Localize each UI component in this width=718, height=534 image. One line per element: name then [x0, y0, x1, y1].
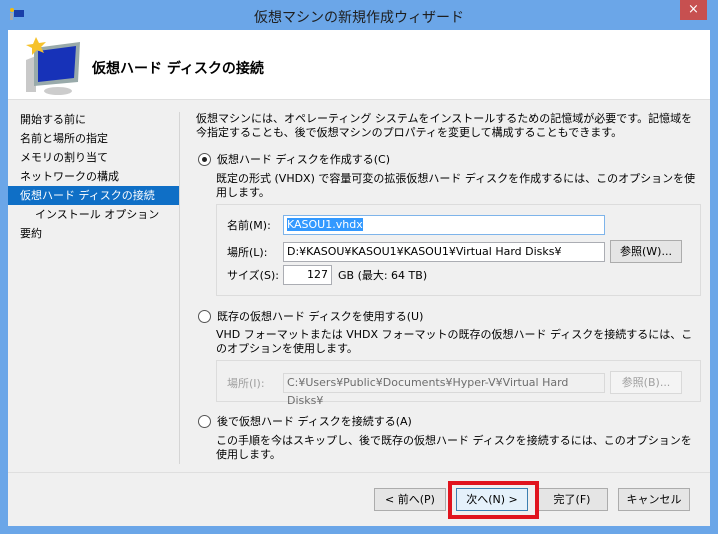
content-pane: 仮想マシンには、オペレーティング システムをインストールするための記憶域が必要で… — [196, 112, 701, 472]
finish-button[interactable]: 完了(F) — [536, 488, 608, 511]
create-group: 名前(M): KASOU1.vhdx 場所(L): D:¥KASOU¥KASOU… — [216, 204, 701, 296]
browse-button[interactable]: 参照(W)... — [610, 240, 682, 263]
wizard-client: 仮想ハード ディスクの接続 開始する前に 名前と場所の指定 メモリの割り当て ネ… — [8, 30, 710, 526]
later-desc: この手順を今はスキップし、後で既存の仮想ハード ディスクを接続するには、このオプ… — [216, 434, 692, 461]
name-input[interactable]: KASOU1.vhdx — [283, 215, 605, 235]
nav-item-name-location[interactable]: 名前と場所の指定 — [8, 129, 179, 148]
nav-item-network[interactable]: ネットワークの構成 — [8, 167, 179, 186]
radio-checked-icon — [198, 152, 211, 166]
radio-unchecked-icon — [198, 414, 211, 428]
existing-location-input[interactable]: C:¥Users¥Public¥Documents¥Hyper-V¥Virtua… — [283, 372, 605, 407]
size-unit: GB (最大: 64 TB) — [338, 269, 428, 282]
cancel-button[interactable]: キャンセル — [618, 488, 690, 511]
radio-attach-later[interactable]: 後で仮想ハード ディスクを接続する(A) — [198, 413, 412, 429]
name-value: KASOU1.vhdx — [287, 218, 363, 231]
radio-use-existing[interactable]: 既存の仮想ハード ディスクを使用する(U) — [198, 308, 423, 324]
existing-browse-button[interactable]: 参照(B)... — [610, 371, 682, 394]
intro-text: 仮想マシンには、オペレーティング システムをインストールするための記憶域が必要で… — [196, 112, 693, 139]
nav-item-memory[interactable]: メモリの割り当て — [8, 148, 179, 167]
radio-label: 既存の仮想ハード ディスクを使用する(U) — [217, 310, 424, 323]
highlight-box — [448, 481, 539, 519]
back-button[interactable]: < 前へ(P) — [374, 488, 446, 511]
footer-divider — [8, 472, 710, 473]
radio-label: 後で仮想ハード ディスクを接続する(A) — [217, 415, 412, 428]
existing-group: 場所(I): C:¥Users¥Public¥Documents¥Hyper-V… — [216, 360, 701, 407]
nav-item-install-options[interactable]: インストール オプション — [8, 205, 179, 224]
window-title: 仮想マシンの新規作成ウィザード — [254, 10, 464, 26]
size-label: サイズ(S): — [227, 269, 279, 282]
radio-unchecked-icon — [198, 309, 211, 323]
title-bar: 仮想マシンの新規作成ウィザード × — [0, 0, 718, 30]
nav-item-before-you-begin[interactable]: 開始する前に — [8, 110, 179, 129]
existing-location-label: 場所(I): — [227, 376, 265, 390]
radio-create-vhd[interactable]: 仮想ハード ディスクを作成する(C) — [198, 151, 390, 167]
wizard-steps: 開始する前に 名前と場所の指定 メモリの割り当て ネットワークの構成 仮想ハード… — [8, 110, 179, 243]
monitor-icon — [18, 34, 82, 99]
location-label: 場所(L): — [227, 245, 268, 259]
create-desc: 既定の形式 (VHDX) で容量可変の拡張仮想ハード ディスクを作成するには、こ… — [216, 172, 696, 199]
close-button[interactable]: × — [680, 0, 707, 20]
nav-item-summary[interactable]: 要約 — [8, 224, 179, 243]
size-input[interactable]: 127 — [283, 265, 332, 285]
name-label: 名前(M): — [227, 219, 271, 232]
radio-label: 仮想ハード ディスクを作成する(C) — [217, 153, 390, 166]
location-input[interactable]: D:¥KASOU¥KASOU1¥KASOU1¥Virtual Hard Disk… — [283, 241, 605, 262]
divider — [179, 112, 180, 464]
wizard-header: 仮想ハード ディスクの接続 — [8, 30, 710, 100]
nav-item-virtual-hard-disk[interactable]: 仮想ハード ディスクの接続 — [8, 186, 179, 205]
existing-desc: VHD フォーマットまたは VHDX フォーマットの既存の仮想ハード ディスクを… — [216, 328, 693, 355]
page-title: 仮想ハード ディスクの接続 — [92, 61, 264, 77]
